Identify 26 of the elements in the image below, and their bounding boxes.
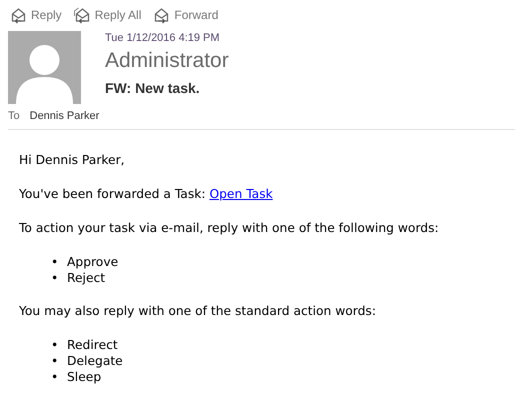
reply-all-button[interactable]: Reply All (74, 5, 142, 25)
list-item: Approve (67, 254, 118, 270)
list-bullet: • (51, 369, 60, 385)
to-label: To (8, 110, 20, 122)
list-bullet: • (51, 270, 60, 286)
body-paragraph: You may also reply with one of the standard action words: (19, 303, 377, 319)
list-item: Redirect (67, 337, 118, 353)
list-bullet: • (51, 337, 60, 353)
list-bullet: • (51, 353, 60, 369)
body-paragraph: You've been forwarded a Task: Open Task (19, 186, 274, 202)
body-paragraph: Hi Dennis Parker, (19, 152, 126, 168)
list-bullet: • (51, 254, 60, 270)
reply-button[interactable]: Reply (10, 5, 62, 25)
forward-button[interactable]: Forward (153, 5, 218, 25)
message-date: Tue 1/12/2016 4:19 PM (105, 32, 220, 44)
recipient-name[interactable]: Dennis Parker (30, 110, 100, 122)
list-item: Delegate (67, 353, 123, 369)
message-subject: FW: New task. (105, 80, 200, 96)
body-paragraph: To action your task via e-mail, reply with one of the following words: (19, 220, 440, 236)
envelope-reply-icon (74, 6, 91, 24)
list-item: Sleep (67, 369, 102, 385)
envelope-reply-icon (10, 6, 27, 24)
envelope-forward-icon (153, 6, 170, 24)
list-item: Reject (67, 270, 106, 286)
open-task-link[interactable]: Open Task (209, 187, 273, 201)
sender-name: Administrator (105, 49, 229, 73)
